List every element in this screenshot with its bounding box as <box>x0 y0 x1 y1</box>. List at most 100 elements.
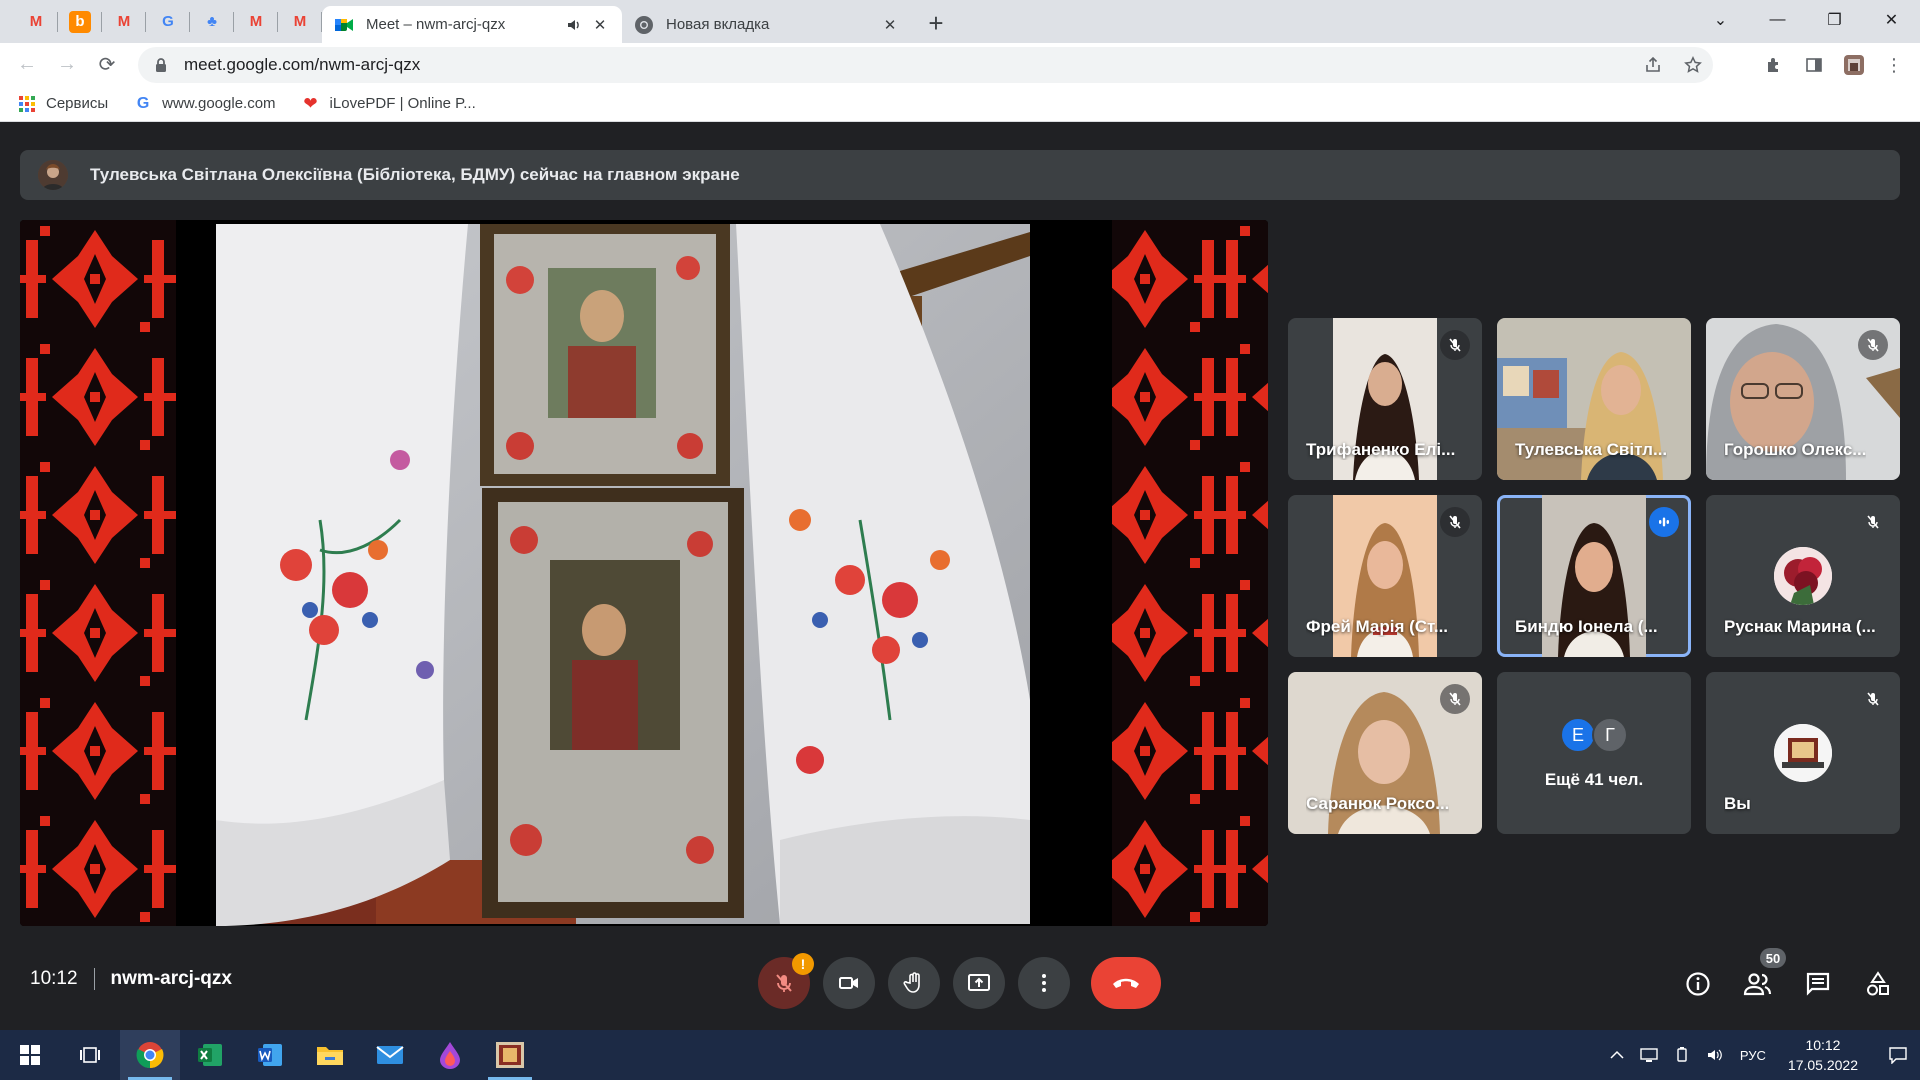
minimize-button[interactable]: — <box>1749 0 1806 40</box>
bookmarks-bar: Сервисы G www.google.com ❤ iLovePDF | On… <box>0 86 1920 122</box>
taskbar-chrome[interactable] <box>120 1030 180 1080</box>
forward-button[interactable]: → <box>48 46 86 84</box>
bookmark-ilovepdf[interactable]: ❤ iLovePDF | Online P... <box>302 94 475 113</box>
system-tray: РУС 10:12 17.05.2022 <box>1602 1030 1920 1080</box>
activities-button[interactable] <box>1854 960 1902 1008</box>
chrome-icon <box>635 15 653 34</box>
video-camera-icon <box>839 977 858 989</box>
mic-off-icon <box>1440 330 1470 360</box>
pinned-tab-gmail-4[interactable]: M <box>278 0 322 43</box>
raise-hand-button[interactable] <box>888 957 940 1009</box>
bookmark-services[interactable]: Сервисы <box>18 95 108 113</box>
task-view-button[interactable] <box>60 1030 120 1080</box>
tab-new-tab[interactable]: Новая вкладка ✕ <box>622 6 912 43</box>
volume-icon[interactable] <box>1706 1047 1724 1063</box>
hand-icon <box>903 972 920 993</box>
new-tab-button[interactable]: + <box>918 5 954 41</box>
window-controls: ⌄ — ❐ ✕ <box>1692 0 1920 40</box>
input-language-indicator[interactable]: РУС <box>1740 1048 1766 1063</box>
taskbar-date: 17.05.2022 <box>1787 1057 1858 1073</box>
shared-screen-video[interactable] <box>20 220 1268 926</box>
pinned-tab-sitemap[interactable]: ♣ <box>190 0 234 43</box>
participant-tile[interactable]: Фрей Марія (Ст... <box>1288 495 1482 657</box>
taskbar-excel[interactable] <box>180 1030 240 1080</box>
bookmark-google[interactable]: G www.google.com <box>134 95 276 113</box>
leave-call-button[interactable] <box>1091 957 1161 1009</box>
participant-tile[interactable]: Трифаненко Елі... <box>1288 318 1482 480</box>
close-window-button[interactable]: ✕ <box>1863 0 1920 40</box>
photo-thumbnail-icon <box>496 1042 524 1068</box>
menu-kebab-icon[interactable]: ⋮ <box>1874 47 1914 83</box>
chat-button[interactable] <box>1794 960 1842 1008</box>
participant-tile[interactable]: Горошко Олекс... <box>1706 318 1900 480</box>
maximize-button[interactable]: ❐ <box>1806 0 1863 40</box>
browser-tab-strip: M b M G ♣ M M Meet – nwm-arcj-qzx ✕ Нова… <box>0 0 1920 43</box>
mic-off-icon <box>1440 507 1470 537</box>
apps-grid-icon <box>18 95 36 113</box>
mic-off-icon <box>1858 507 1888 537</box>
more-participants-tile[interactable]: Е Г Ещё 41 чел. <box>1497 672 1691 834</box>
meeting-code: nwm-arcj-qzx <box>110 968 232 989</box>
paint-drop-icon <box>440 1042 460 1069</box>
taskbar-paint[interactable] <box>420 1030 480 1080</box>
taskbar-image-viewer[interactable] <box>480 1030 540 1080</box>
call-controls-center: ! <box>758 953 1174 1009</box>
meeting-time: 10:12 <box>30 968 78 989</box>
taskbar-clock[interactable]: 10:12 17.05.2022 <box>1788 1035 1858 1075</box>
speaking-indicator-icon <box>1649 507 1679 537</box>
pinned-tabs: M b M G ♣ M M <box>0 0 322 43</box>
people-button[interactable]: 50 <box>1734 948 1786 1008</box>
participant-tile[interactable]: Тулевська Світл... <box>1497 318 1691 480</box>
participant-tile[interactable]: Саранюк Роксо... <box>1288 672 1482 834</box>
taskbar-file-explorer[interactable] <box>300 1030 360 1080</box>
extensions-puzzle-icon[interactable] <box>1754 47 1794 83</box>
self-tile[interactable]: Вы <box>1706 672 1900 834</box>
close-tab-icon[interactable]: ✕ <box>590 15 610 35</box>
notifications-icon[interactable] <box>1876 1046 1920 1064</box>
more-participants-label: Ещё 41 чел. <box>1544 770 1644 789</box>
start-button[interactable] <box>0 1030 60 1080</box>
side-panel-icon[interactable] <box>1794 47 1834 83</box>
tab-search-icon[interactable]: ⌄ <box>1692 0 1749 40</box>
profile-avatar[interactable] <box>1834 47 1874 83</box>
gmail-icon: M <box>293 13 307 30</box>
close-tab-icon[interactable]: ✕ <box>880 15 900 35</box>
back-button[interactable]: ← <box>8 46 46 84</box>
taskbar-word[interactable] <box>240 1030 300 1080</box>
initial-avatar: Е <box>1560 717 1596 753</box>
camera-toggle-button[interactable] <box>823 957 875 1009</box>
microphone-toggle-button[interactable]: ! <box>758 953 814 1009</box>
share-icon[interactable] <box>1633 47 1673 83</box>
present-screen-button[interactable] <box>953 957 1005 1009</box>
mic-warning-badge: ! <box>792 953 814 975</box>
show-hidden-icons-icon[interactable] <box>1610 1050 1624 1060</box>
participant-tile-speaking[interactable]: Биндю Іонела (... <box>1497 495 1691 657</box>
pinned-tab-gmail-2[interactable]: M <box>102 0 146 43</box>
reload-button[interactable]: ⟳ <box>88 46 126 84</box>
bookmark-star-icon[interactable] <box>1673 47 1713 83</box>
pinned-tab-gmail-3[interactable]: M <box>234 0 278 43</box>
people-icon <box>1743 973 1772 996</box>
speaker-icon[interactable] <box>564 15 584 35</box>
people-count-badge: 50 <box>1760 948 1786 968</box>
meeting-info: 10:12 nwm-arcj-qzx <box>30 968 232 990</box>
meeting-details-button[interactable] <box>1674 960 1722 1008</box>
call-controls-right: 50 <box>1662 948 1902 1008</box>
participant-tile[interactable]: Руснак Марина (... <box>1706 495 1900 657</box>
word-icon <box>258 1044 282 1066</box>
pinned-tab-blogger[interactable]: b <box>58 0 102 43</box>
tab-meet[interactable]: Meet – nwm-arcj-qzx ✕ <box>322 6 622 43</box>
pinned-tab-translate[interactable]: G <box>146 0 190 43</box>
presenter-banner: Тулевська Світлана Олексіївна (Бібліотек… <box>20 150 1900 200</box>
taskbar-mail[interactable] <box>360 1030 420 1080</box>
divider <box>93 968 95 990</box>
more-options-button[interactable] <box>1018 957 1070 1009</box>
network-icon[interactable] <box>1640 1047 1658 1063</box>
mic-off-icon <box>1858 684 1888 714</box>
call-controls-bar: 10:12 nwm-arcj-qzx ! 50 <box>0 940 1920 1030</box>
participant-name: Биндю Іонела (... <box>1515 617 1658 636</box>
pinned-tab-gmail-1[interactable]: M <box>14 0 58 43</box>
more-vert-icon <box>1042 974 1046 992</box>
address-bar[interactable]: meet.google.com/nwm-arcj-qzx <box>138 47 1713 83</box>
battery-plug-icon[interactable] <box>1674 1047 1690 1063</box>
